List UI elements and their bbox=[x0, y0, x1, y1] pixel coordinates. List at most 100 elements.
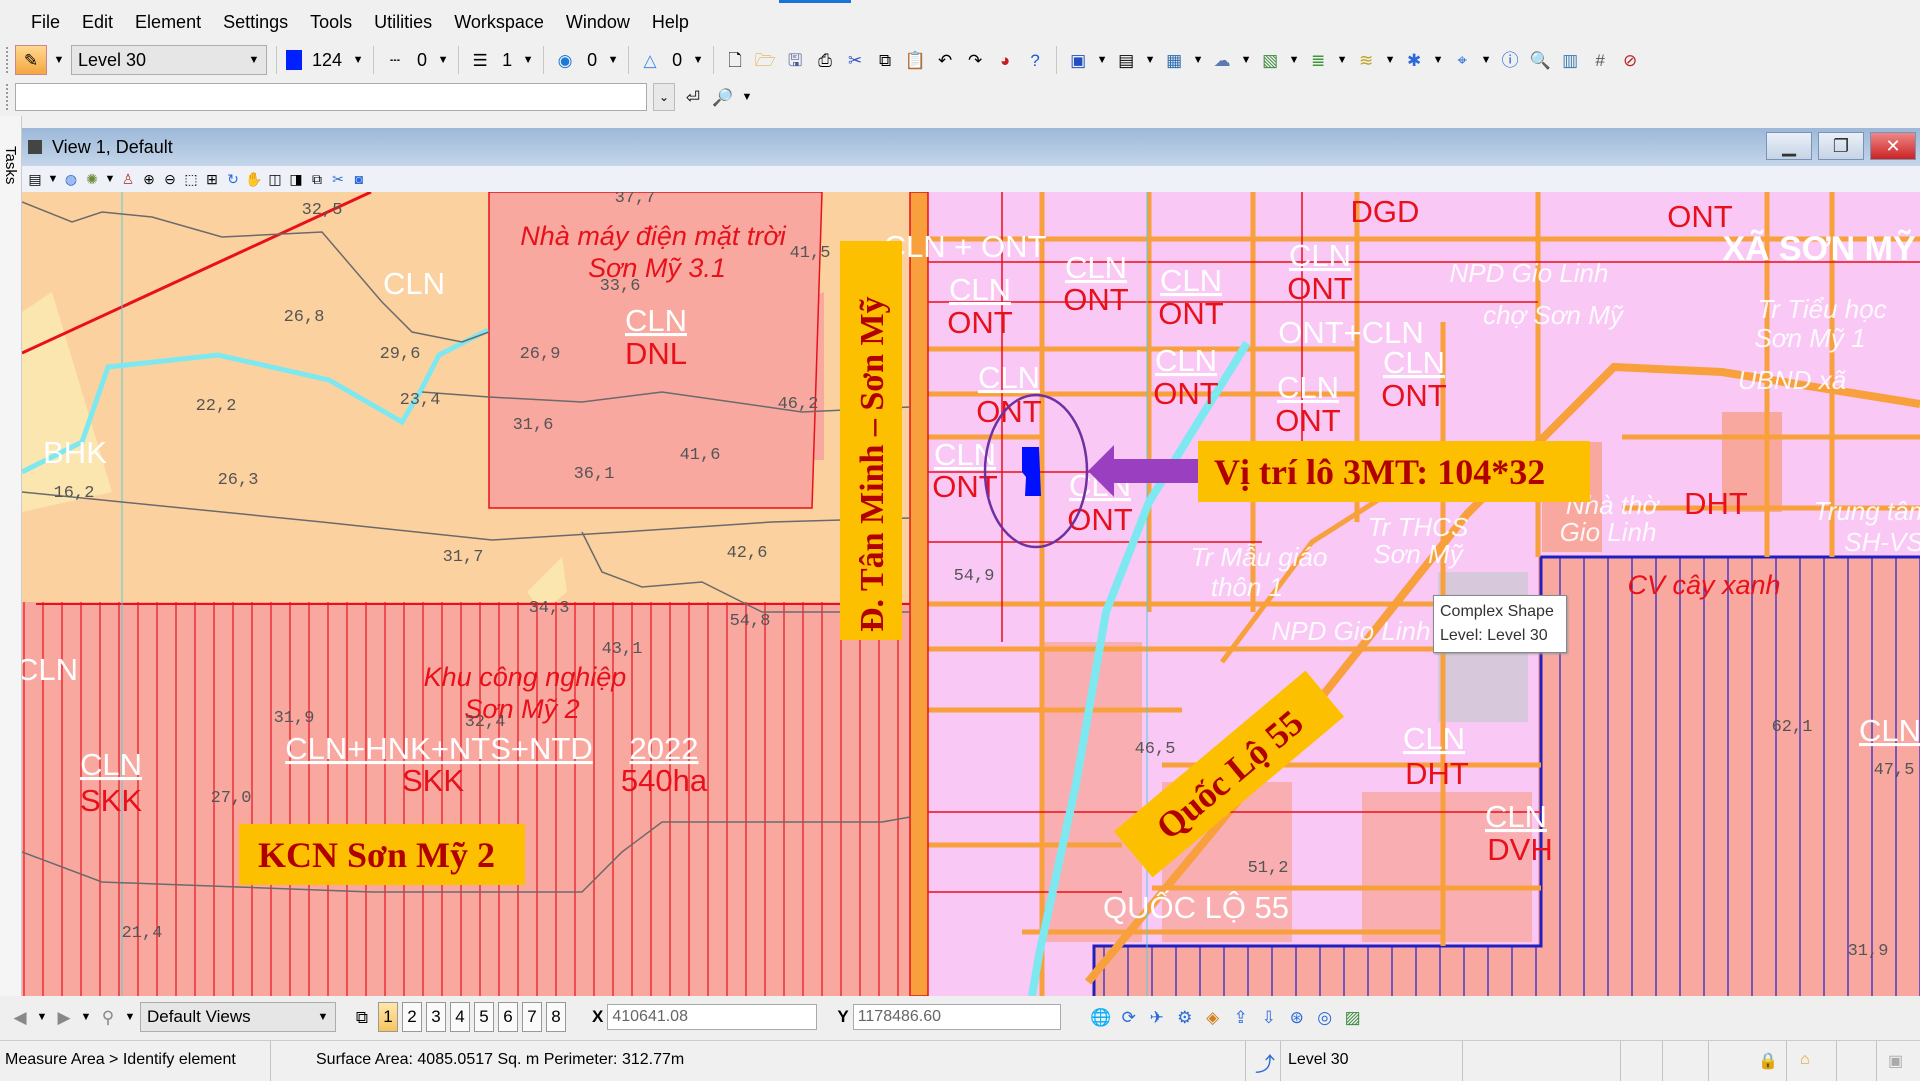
view-button-6[interactable]: 6 bbox=[498, 1002, 518, 1032]
menu-window[interactable]: Window bbox=[555, 12, 641, 33]
chevron-down-icon[interactable]: ▼ bbox=[1432, 54, 1444, 66]
save-icon[interactable]: 🖫 bbox=[783, 48, 807, 72]
menu-settings[interactable]: Settings bbox=[212, 12, 299, 33]
levels-icon[interactable]: ≣ bbox=[1306, 48, 1330, 72]
sync-icon[interactable]: ⊛ bbox=[1285, 1005, 1309, 1029]
chevron-down-icon[interactable]: ▼ bbox=[522, 54, 534, 66]
cut-icon[interactable]: ✂ bbox=[843, 48, 867, 72]
help-icon[interactable]: ? bbox=[1023, 48, 1047, 72]
y-coordinate-input[interactable] bbox=[852, 1004, 1061, 1030]
chevron-down-icon[interactable]: ▼ bbox=[1336, 54, 1348, 66]
toolbar-grip[interactable] bbox=[6, 47, 9, 73]
chevron-down-icon[interactable]: ▼ bbox=[607, 54, 619, 66]
level-display-icon[interactable]: ≋ bbox=[1354, 48, 1378, 72]
globe-icon[interactable]: 🌐 bbox=[1089, 1005, 1113, 1029]
chevron-down-icon[interactable]: ▼ bbox=[741, 91, 753, 103]
color-swatch-icon[interactable] bbox=[286, 50, 302, 70]
view-button-2[interactable]: 2 bbox=[402, 1002, 422, 1032]
view-group-combo[interactable]: Default Views ▼ bbox=[140, 1002, 336, 1032]
line-style-value[interactable]: 0 bbox=[413, 50, 431, 71]
undo-icon[interactable]: ↶ bbox=[933, 48, 957, 72]
marker-icon[interactable]: ◈ bbox=[1201, 1005, 1225, 1029]
restore-button[interactable]: ❐ bbox=[1818, 132, 1864, 160]
transparency-globe-icon[interactable]: ◉ bbox=[553, 48, 577, 72]
view-button-1[interactable]: 1 bbox=[378, 1002, 398, 1032]
menu-element[interactable]: Element bbox=[124, 12, 212, 33]
view-button-3[interactable]: 3 bbox=[426, 1002, 446, 1032]
print-icon[interactable]: ⎙ bbox=[813, 48, 837, 72]
chevron-down-icon[interactable]: ▼ bbox=[352, 54, 364, 66]
line-weight-value[interactable]: 1 bbox=[498, 50, 516, 71]
menu-edit[interactable]: Edit bbox=[71, 12, 124, 33]
find-icon[interactable]: 🔍 bbox=[1528, 48, 1552, 72]
menu-help[interactable]: Help bbox=[641, 12, 700, 33]
menu-utilities[interactable]: Utilities bbox=[363, 12, 443, 33]
view-title-bar[interactable]: View 1, Default ▁ ❐ ✕ bbox=[22, 128, 1920, 166]
lights-icon[interactable]: ✺ bbox=[83, 170, 101, 188]
copy-icon[interactable]: ⧉ bbox=[873, 48, 897, 72]
priority-value[interactable]: 0 bbox=[668, 50, 686, 71]
grid-icon[interactable]: # bbox=[1588, 48, 1612, 72]
view-button-5[interactable]: 5 bbox=[474, 1002, 494, 1032]
chevron-down-icon[interactable]: ▼ bbox=[1096, 54, 1108, 66]
rotate-view-icon[interactable]: ↻ bbox=[224, 170, 242, 188]
map-drawing[interactable]: Nhà máy điện mặt trờiSơn Mỹ 3.1CLNCLNDNL… bbox=[22, 192, 1920, 996]
priority-icon[interactable]: △ bbox=[638, 48, 662, 72]
next-view-icon[interactable]: ◨ bbox=[287, 170, 305, 188]
home-icon[interactable]: ⌂ bbox=[1800, 1051, 1810, 1069]
chevron-down-icon[interactable]: ▼ bbox=[47, 173, 59, 185]
active-level-combo[interactable]: Level 30 ▼ bbox=[71, 45, 267, 75]
update-view-icon[interactable]: ♙ bbox=[119, 170, 137, 188]
minimize-button[interactable]: ▁ bbox=[1766, 132, 1812, 160]
view-attributes-icon[interactable]: ▤ bbox=[26, 170, 44, 188]
refresh-icon[interactable]: ⟳ bbox=[1117, 1005, 1141, 1029]
previous-view-icon[interactable]: ◫ bbox=[266, 170, 284, 188]
menu-workspace[interactable]: Workspace bbox=[443, 12, 555, 33]
geo-locate-icon[interactable]: ⚙ bbox=[1173, 1005, 1197, 1029]
display-styles-icon[interactable]: ▧ bbox=[1258, 48, 1282, 72]
color-value[interactable]: 124 bbox=[308, 50, 346, 71]
element-selection-icon[interactable]: ✎ bbox=[15, 45, 47, 75]
window-area-icon[interactable]: ⬚ bbox=[182, 170, 200, 188]
toolbar-grip[interactable] bbox=[6, 84, 9, 110]
view-button-4[interactable]: 4 bbox=[450, 1002, 470, 1032]
level-display-icon[interactable]: ⤴ bbox=[1255, 1048, 1275, 1077]
map-view-canvas[interactable]: Nhà máy điện mặt trời Sơn Mỹ 3.1 CLN CLN DNL… bbox=[22, 192, 1920, 996]
transparency-value[interactable]: 0 bbox=[583, 50, 601, 71]
import-icon[interactable]: ⇩ bbox=[1257, 1005, 1281, 1029]
properties-icon[interactable]: ▥ bbox=[1558, 48, 1582, 72]
chevron-down-icon[interactable]: ▼ bbox=[1192, 54, 1204, 66]
pointer-icon[interactable]: ⚲ bbox=[96, 1005, 120, 1029]
geo-tool-icon[interactable]: ✈ bbox=[1145, 1005, 1169, 1029]
lock-icon[interactable]: 🔒 bbox=[1758, 1051, 1778, 1071]
copy-view-icon[interactable]: ⧉ bbox=[308, 170, 326, 188]
chevron-down-icon[interactable]: ▼ bbox=[437, 54, 449, 66]
key-in-input[interactable] bbox=[15, 83, 647, 111]
paste-icon[interactable]: 📋 bbox=[903, 48, 927, 72]
clip-volume-icon[interactable]: ✂ bbox=[329, 170, 347, 188]
chevron-down-icon[interactable]: ▼ bbox=[1288, 54, 1300, 66]
zoom-in-icon[interactable]: ⊕ bbox=[140, 170, 158, 188]
chevron-down-icon[interactable]: ▼ bbox=[80, 1011, 92, 1023]
view-groups-icon[interactable]: ⧉ bbox=[350, 1005, 374, 1029]
export-icon[interactable]: ⇪ bbox=[1229, 1005, 1253, 1029]
x-coordinate-input[interactable] bbox=[607, 1004, 818, 1030]
new-file-icon[interactable]: 🗋 bbox=[723, 48, 747, 72]
messages-icon[interactable]: ▣ bbox=[1888, 1051, 1903, 1071]
references-icon[interactable]: ▦ bbox=[1162, 48, 1186, 72]
line-style-icon[interactable]: ┄ bbox=[383, 48, 407, 72]
image-icon[interactable]: ▨ bbox=[1341, 1005, 1365, 1029]
chevron-down-icon[interactable]: ▼ bbox=[53, 54, 65, 66]
key-in-history-dropdown[interactable]: ⌄ bbox=[653, 83, 675, 111]
back-icon[interactable]: ◀ bbox=[8, 1005, 32, 1029]
key-in-execute-icon[interactable]: ⏎ bbox=[681, 85, 705, 109]
zoom-out-icon[interactable]: ⊖ bbox=[161, 170, 179, 188]
chevron-down-icon[interactable]: ▼ bbox=[124, 1011, 136, 1023]
display-style-icon[interactable]: ◍ bbox=[62, 170, 80, 188]
key-in-browse-icon[interactable]: 🔎 bbox=[711, 85, 735, 109]
chevron-down-icon[interactable]: ▼ bbox=[1480, 54, 1492, 66]
active-level[interactable]: Level 30 bbox=[1288, 1051, 1349, 1069]
redo-icon[interactable]: ↷ bbox=[963, 48, 987, 72]
snaps-icon[interactable]: ✱ bbox=[1402, 48, 1426, 72]
models-icon[interactable]: ▤ bbox=[1114, 48, 1138, 72]
